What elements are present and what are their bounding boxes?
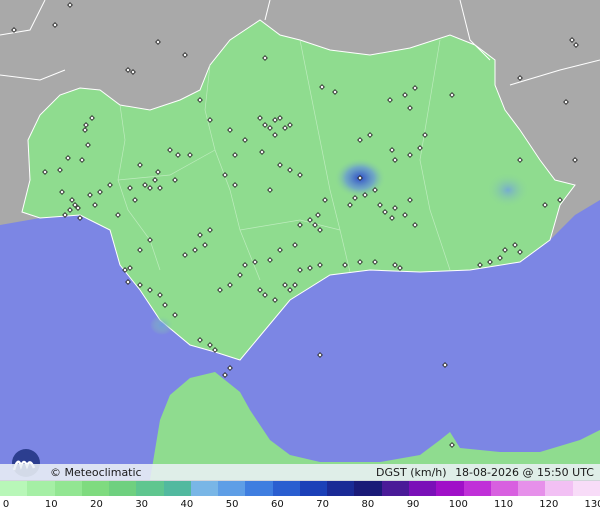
scale-swatch: [490, 481, 519, 496]
scale-swatch: [0, 481, 28, 496]
scale-swatch: [272, 481, 300, 496]
scale-swatch: [190, 481, 219, 496]
scale-swatch: [463, 481, 491, 496]
credit-text: © Meteoclimatic: [50, 466, 142, 479]
map-viewer: © Meteoclimatic DGST (km/h) 18-08-2026 @…: [0, 0, 600, 517]
gust-hotspot-east: [486, 172, 530, 208]
scale-swatch: [381, 481, 409, 496]
scale-tick-label: 20: [90, 499, 103, 510]
scale-swatch: [163, 481, 191, 496]
scale-tick-label: 0: [2, 499, 10, 510]
wind-gust-map: [0, 0, 600, 480]
scale-tick-label: 90: [406, 499, 420, 510]
scale-swatch: [545, 481, 573, 496]
scale-swatch: [218, 481, 246, 496]
color-scale-bar: [0, 481, 600, 496]
map-timestamp: 18-08-2026 @ 15:50 UTC: [455, 466, 594, 479]
scale-tick-label: 130: [584, 499, 600, 510]
scale-tick-label: 50: [225, 499, 239, 510]
scale-tick-label: 10: [44, 499, 58, 510]
scale-swatch: [518, 481, 546, 496]
scale-tick-label: 40: [180, 499, 194, 510]
scale-tick-label: 80: [361, 499, 375, 510]
scale-swatch: [27, 481, 55, 496]
scale-tick-label: 110: [493, 499, 514, 510]
scale-tick-label: 60: [271, 499, 284, 510]
scale-tick-label: 30: [135, 499, 149, 510]
scale-swatch: [436, 481, 464, 496]
scale-tick-label: 100: [448, 499, 468, 510]
gust-hotspot-cadiz: [150, 315, 174, 335]
color-scale-legend: 0 10 20 30 40 50 60 70 80 90 100 110 120 130: [0, 481, 600, 517]
map-footer: © Meteoclimatic DGST (km/h) 18-08-2026 @…: [0, 464, 600, 481]
scale-swatch: [81, 481, 110, 496]
scale-swatch: [245, 481, 273, 496]
scale-swatch: [136, 481, 164, 496]
scale-tick-label: 70: [316, 499, 329, 510]
scale-swatch: [327, 481, 355, 496]
map-title: DGST (km/h): [376, 466, 447, 479]
scale-swatch: [54, 481, 82, 496]
scale-tick-label: 120: [539, 499, 559, 510]
scale-swatch: [109, 481, 137, 496]
scale-swatch: [299, 481, 328, 496]
map-caption: DGST (km/h) 18-08-2026 @ 15:50 UTC: [371, 466, 594, 479]
scale-swatch: [354, 481, 382, 496]
scale-swatch: [408, 481, 437, 496]
scale-swatch: [572, 481, 600, 496]
